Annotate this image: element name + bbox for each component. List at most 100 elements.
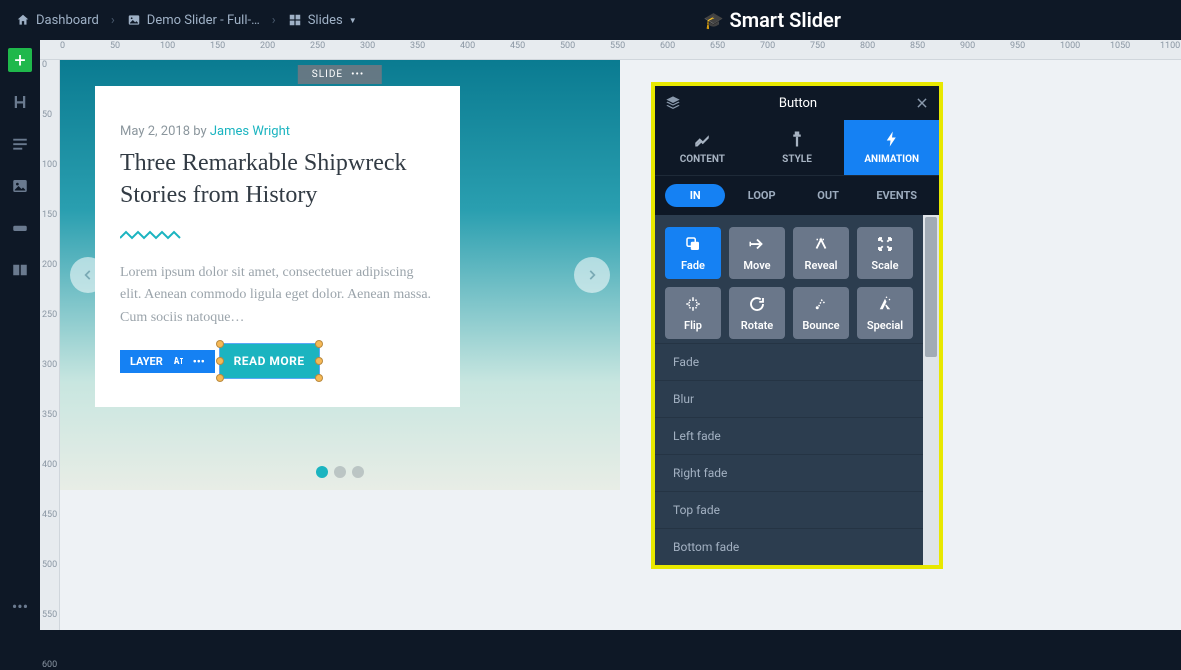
slide-badge[interactable]: SLIDE ••• bbox=[298, 65, 382, 84]
animation-list-item[interactable]: Left fade bbox=[655, 417, 923, 454]
add-layer-button[interactable]: + bbox=[8, 48, 32, 72]
reveal-icon bbox=[812, 235, 830, 253]
tab-style[interactable]: STYLE bbox=[750, 120, 845, 175]
subtab-out[interactable]: OUT bbox=[798, 184, 858, 207]
logo-text: Smart Slider bbox=[729, 8, 841, 32]
more-icon: ••• bbox=[193, 355, 205, 368]
breadcrumb-dashboard[interactable]: Dashboard bbox=[10, 9, 105, 32]
grid-icon bbox=[288, 13, 302, 27]
post-title: Three Remarkable Shipwreck Stories from … bbox=[120, 147, 435, 212]
selection-handle[interactable] bbox=[315, 374, 323, 382]
logo-icon: 🎓 bbox=[704, 11, 724, 30]
selection-handle[interactable] bbox=[315, 340, 323, 348]
rotate-icon bbox=[748, 295, 766, 313]
animation-list-item[interactable]: Blur bbox=[655, 380, 923, 417]
scrollbar-thumb[interactable] bbox=[925, 217, 937, 357]
sidebar: + ••• bbox=[0, 40, 40, 630]
close-icon[interactable] bbox=[915, 96, 929, 110]
selection-handle[interactable] bbox=[216, 340, 224, 348]
anim-rotate-label: Rotate bbox=[741, 319, 773, 332]
anim-flip-label: Flip bbox=[684, 319, 702, 332]
divider-zigzag bbox=[120, 230, 435, 242]
anim-rotate-button[interactable]: Rotate bbox=[729, 287, 785, 339]
ruler-vertical: 050100150200250300350400450500550600 bbox=[40, 60, 60, 630]
selection-handle[interactable] bbox=[216, 374, 224, 382]
animation-list-item[interactable]: Bottom fade bbox=[655, 528, 923, 565]
anim-fade-label: Fade bbox=[681, 259, 705, 272]
breadcrumb-slides[interactable]: Slides ▼ bbox=[282, 9, 363, 32]
tab-content[interactable]: CONTENT bbox=[655, 120, 750, 175]
content-card[interactable]: May 2, 2018 by James Wright Three Remark… bbox=[95, 86, 460, 407]
font-icon bbox=[171, 355, 185, 367]
subtab-loop[interactable]: LOOP bbox=[731, 184, 791, 207]
dot-1[interactable] bbox=[316, 466, 328, 478]
fade-icon bbox=[684, 235, 702, 253]
subtab-events[interactable]: EVENTS bbox=[864, 184, 929, 207]
logo: 🎓 Smart Slider bbox=[704, 8, 841, 32]
anim-move-button[interactable]: Move bbox=[729, 227, 785, 279]
scrollbar[interactable] bbox=[923, 215, 939, 565]
image-icon bbox=[127, 13, 141, 27]
slide-canvas[interactable]: SLIDE ••• May 2, 2018 by James Wright Th… bbox=[60, 60, 620, 490]
properties-panel: Button CONTENT STYLE ANIMATION IN LOOP O… bbox=[651, 82, 943, 569]
tab-animation[interactable]: ANIMATION bbox=[844, 120, 939, 175]
anim-bounce-button[interactable]: Bounce bbox=[793, 287, 849, 339]
home-icon bbox=[16, 13, 30, 27]
row-tool[interactable] bbox=[8, 258, 32, 282]
anim-move-label: Move bbox=[743, 259, 770, 272]
layer-tag-label: LAYER bbox=[130, 355, 163, 368]
bounce-icon bbox=[812, 295, 830, 313]
dot-2[interactable] bbox=[334, 466, 346, 478]
tab-content-label: CONTENT bbox=[680, 154, 725, 165]
anim-reveal-button[interactable]: Reveal bbox=[793, 227, 849, 279]
layers-icon[interactable] bbox=[665, 95, 681, 111]
text-tool[interactable] bbox=[8, 132, 32, 156]
slide-badge-label: SLIDE bbox=[312, 69, 343, 80]
dot-3[interactable] bbox=[352, 466, 364, 478]
anim-reveal-label: Reveal bbox=[805, 259, 838, 272]
selection-handle[interactable] bbox=[216, 357, 224, 365]
ruler-horizontal: 0501001502002503003504004505005506006507… bbox=[40, 40, 1181, 60]
post-body: Lorem ipsum dolor sit amet, consectetuer… bbox=[120, 262, 435, 329]
subtab-in[interactable]: IN bbox=[665, 184, 725, 207]
anim-bounce-label: Bounce bbox=[802, 319, 839, 332]
breadcrumb-slider-label: Demo Slider - Full-… bbox=[147, 13, 260, 28]
breadcrumb-slides-label: Slides bbox=[308, 13, 343, 28]
selection-handle[interactable] bbox=[315, 357, 323, 365]
anim-special-label: Special bbox=[867, 319, 903, 332]
read-more-button[interactable]: READ MORE bbox=[220, 344, 319, 378]
anim-special-button[interactable]: Special bbox=[857, 287, 913, 339]
anim-scale-button[interactable]: Scale bbox=[857, 227, 913, 279]
post-date: May 2, 2018 by bbox=[120, 124, 210, 139]
pagination-dots[interactable] bbox=[316, 466, 364, 478]
tab-animation-label: ANIMATION bbox=[864, 154, 919, 165]
move-icon bbox=[748, 235, 766, 253]
post-author[interactable]: James Wright bbox=[210, 124, 290, 139]
button-tool[interactable] bbox=[8, 216, 32, 240]
animation-list-item[interactable]: Right fade bbox=[655, 454, 923, 491]
more-tools[interactable]: ••• bbox=[8, 594, 32, 618]
image-tool[interactable] bbox=[8, 174, 32, 198]
anim-flip-button[interactable]: Flip bbox=[665, 287, 721, 339]
heading-tool[interactable] bbox=[8, 90, 32, 114]
breadcrumb-dashboard-label: Dashboard bbox=[36, 13, 99, 28]
special-icon bbox=[876, 295, 894, 313]
chevron-right-icon: › bbox=[109, 13, 117, 28]
next-arrow[interactable] bbox=[574, 257, 610, 293]
anim-fade-button[interactable]: Fade bbox=[665, 227, 721, 279]
panel-title: Button bbox=[681, 96, 915, 111]
dots-icon: ••• bbox=[351, 69, 364, 80]
scale-icon bbox=[876, 235, 894, 253]
layer-tag[interactable]: LAYER ••• bbox=[120, 350, 215, 373]
post-meta: May 2, 2018 by James Wright bbox=[120, 124, 435, 139]
breadcrumb-slider[interactable]: Demo Slider - Full-… bbox=[121, 9, 266, 32]
chevron-right-icon: › bbox=[270, 13, 278, 28]
anim-scale-label: Scale bbox=[871, 259, 898, 272]
animation-list: FadeBlurLeft fadeRight fadeTop fadeBotto… bbox=[655, 343, 923, 565]
flip-icon bbox=[684, 295, 702, 313]
animation-list-item[interactable]: Fade bbox=[655, 343, 923, 380]
chevron-down-icon: ▼ bbox=[349, 16, 357, 25]
tab-style-label: STYLE bbox=[782, 154, 812, 165]
animation-list-item[interactable]: Top fade bbox=[655, 491, 923, 528]
breadcrumb: Dashboard › Demo Slider - Full-… › Slide… bbox=[10, 9, 363, 32]
